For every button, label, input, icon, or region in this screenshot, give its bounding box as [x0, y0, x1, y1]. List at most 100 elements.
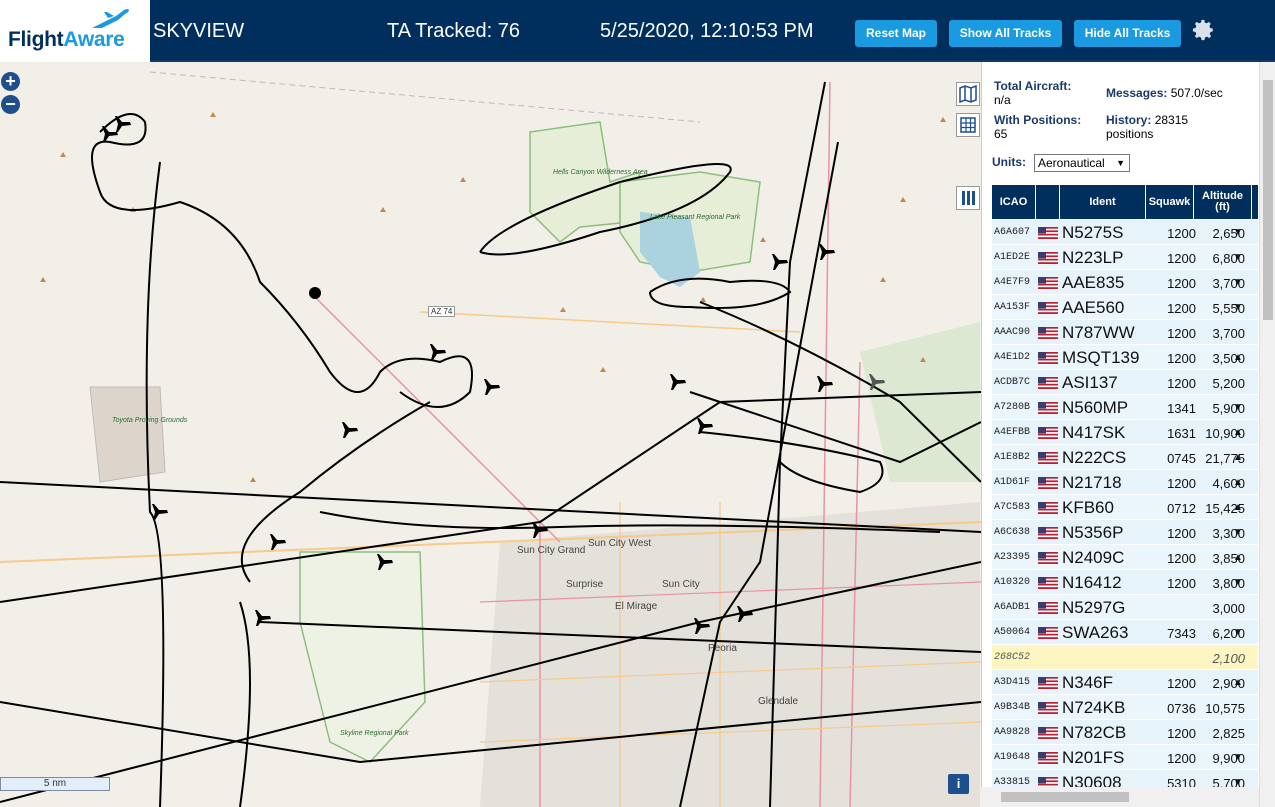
- row-squawk: 1200: [1167, 726, 1196, 741]
- aircraft-table: ICAO Ident Squawk Altitude (ft) A6A607 N…: [992, 185, 1258, 805]
- total-aircraft-stat: Total Aircraft: n/a: [994, 79, 1071, 107]
- table-row[interactable]: A9B34B N724KB 0736 10,575: [992, 695, 1258, 720]
- table-row[interactable]: A4E7F9 AAE835 1200 3,700 ▼: [992, 270, 1258, 295]
- current-datetime: 5/25/2020, 12:10:53 PM: [600, 20, 814, 42]
- row-altitude-trend: ▲: [1233, 677, 1243, 688]
- table-row[interactable]: A1D61F N21718 1200 4,600 ▲: [992, 470, 1258, 495]
- row-altitude-trend: ▼: [1233, 527, 1243, 538]
- app-title: SKYVIEW: [153, 20, 245, 42]
- col-header-flag[interactable]: [1036, 185, 1060, 219]
- row-ident: N724KB: [1062, 698, 1126, 717]
- row-altitude-trend: ▼: [1233, 252, 1243, 263]
- col-header-squawk[interactable]: Squawk: [1146, 185, 1194, 219]
- table-row[interactable]: A6C638 N5356P 1200 3,300 ▼: [992, 520, 1258, 545]
- map-label-glendale: Glendale: [758, 696, 799, 707]
- reset-map-button[interactable]: Reset Map: [855, 20, 937, 47]
- horizontal-scroll-thumb[interactable]: [1001, 792, 1129, 802]
- row-altitude-trend: ▲: [1233, 352, 1243, 363]
- show-all-tracks-button[interactable]: Show All Tracks: [949, 20, 1062, 47]
- us-flag-icon: [1038, 302, 1058, 314]
- map-label-sun-city-west: Sun City West: [588, 538, 652, 549]
- row-squawk: 1200: [1167, 526, 1196, 541]
- map-label-skyline: Skyline Regional Park: [340, 730, 409, 737]
- col-header-icao[interactable]: ICAO: [992, 185, 1036, 219]
- table-row[interactable]: A19648 N201FS 1200 9,900 ▼: [992, 745, 1258, 770]
- aircraft-panel: Total Aircraft: n/a Messages: 507.0/sec …: [981, 62, 1275, 807]
- grid-toggle-button[interactable]: [956, 113, 980, 137]
- row-ident: N5356P: [1062, 523, 1124, 542]
- with-positions-label: With Positions:: [994, 113, 1082, 127]
- table-row[interactable]: AAAC90 N787WW 1200 3,700: [992, 320, 1258, 345]
- row-squawk: 1200: [1167, 351, 1196, 366]
- row-squawk: 1200: [1167, 551, 1196, 566]
- row-ident: N222CS: [1062, 448, 1127, 467]
- history-value: 28315: [1154, 113, 1189, 127]
- map-label-hells-canyon: Hells Canyon Wilderness Area: [553, 169, 648, 176]
- gear-icon[interactable]: [1190, 17, 1216, 43]
- row-ident: AAE835: [1062, 273, 1125, 292]
- row-altitude-trend: ▲: [1233, 477, 1243, 488]
- table-row[interactable]: A6ADB1 N5297G 3,000: [992, 595, 1258, 620]
- table-header: ICAO Ident Squawk Altitude (ft): [992, 185, 1258, 219]
- map-layers-button[interactable]: [956, 82, 980, 106]
- row-squawk: 1200: [1167, 251, 1196, 266]
- row-ident: N787WW: [1062, 323, 1135, 342]
- table-row[interactable]: AA9828 N782CB 1200 2,825: [992, 720, 1258, 745]
- tracked-count: TA Tracked: 76: [387, 20, 521, 42]
- flightaware-logo[interactable]: FlightAware: [0, 0, 150, 62]
- table-row[interactable]: A4EFBB N417SK 1631 10,900 ▲: [992, 420, 1258, 445]
- table-row[interactable]: AA153F AAE560 1200 5,550 ▼: [992, 295, 1258, 320]
- row-ident: ASI137: [1062, 373, 1118, 392]
- us-flag-icon: [1038, 452, 1058, 464]
- us-flag-icon: [1038, 227, 1058, 239]
- row-icao: A7280B: [994, 402, 1031, 413]
- columns-toggle-button[interactable]: [956, 186, 980, 210]
- us-flag-icon: [1038, 577, 1058, 589]
- col-header-ident[interactable]: Ident: [1060, 185, 1146, 219]
- table-row[interactable]: A7C583 KFB60 0712 15,425 ▲: [992, 495, 1258, 520]
- vertical-scroll-thumb[interactable]: [1263, 80, 1273, 320]
- info-button[interactable]: i: [948, 774, 969, 794]
- horizontal-scrollbar[interactable]: [981, 787, 1259, 807]
- row-squawk: 1341: [1167, 401, 1196, 416]
- row-ident: N16412: [1062, 573, 1122, 592]
- table-row[interactable]: A3D415 N346F 1200 2,900 ▲: [992, 670, 1258, 695]
- map-canvas[interactable]: Hells Canyon Wilderness Area Lake Pleasa…: [0, 62, 981, 807]
- hide-all-tracks-button[interactable]: Hide All Tracks: [1074, 20, 1181, 47]
- row-altitude-trend: ▲: [1233, 502, 1243, 513]
- row-ident: SWA263: [1062, 623, 1129, 642]
- row-icao: A1D61F: [994, 477, 1031, 488]
- map-label-el-mirage: El Mirage: [615, 601, 658, 612]
- zoom-in-button[interactable]: +: [1, 72, 20, 91]
- table-row[interactable]: A1ED2E N223LP 1200 6,800 ▼: [992, 245, 1258, 270]
- row-squawk: 1200: [1167, 276, 1196, 291]
- row-icao: A1ED2E: [994, 252, 1031, 263]
- table-row[interactable]: A1E8B2 N222CS 0745 21,775 ▲: [992, 445, 1258, 470]
- zoom-out-button[interactable]: −: [1, 95, 20, 114]
- units-label: Units:: [992, 155, 1026, 169]
- row-icao: A6A607: [994, 227, 1031, 238]
- table-row[interactable]: 268C52 2,100: [992, 645, 1258, 670]
- table-row[interactable]: ACDB7C ASI137 1200 5,200: [992, 370, 1258, 395]
- table-row[interactable]: A4E1D2 MSQT139 1200 3,500 ▲: [992, 345, 1258, 370]
- table-row[interactable]: A6A607 N5275S 1200 2,650 ▼: [992, 220, 1258, 245]
- table-row[interactable]: A23395 N2409C 1200 3,850 ▲: [992, 545, 1258, 570]
- row-squawk: 1200: [1167, 476, 1196, 491]
- table-row[interactable]: A50064 SWA263 7343 6,200 ▼: [992, 620, 1258, 645]
- us-flag-icon: [1038, 627, 1058, 639]
- col-header-altitude[interactable]: Altitude (ft): [1194, 185, 1252, 219]
- map-label-sun-city-grand: Sun City Grand: [517, 545, 586, 556]
- row-squawk: 1200: [1167, 326, 1196, 341]
- vertical-scrollbar[interactable]: [1259, 62, 1275, 807]
- row-icao: A6ADB1: [994, 602, 1031, 613]
- row-ident: N21718: [1062, 473, 1122, 492]
- row-icao: A1E8B2: [994, 452, 1031, 463]
- row-icao: A10320: [994, 577, 1031, 588]
- units-select[interactable]: Aeronautical ▼: [1034, 154, 1130, 172]
- map-label-toyota: Toyota Proving Grounds: [112, 417, 188, 424]
- table-row[interactable]: A10320 N16412 1200 3,800 ▼: [992, 570, 1258, 595]
- with-positions-stat: With Positions: 65: [994, 113, 1081, 141]
- row-icao: A23395: [994, 552, 1031, 563]
- row-altitude: 2,100: [1212, 651, 1245, 666]
- table-row[interactable]: A7280B N560MP 1341 5,900 ▼: [992, 395, 1258, 420]
